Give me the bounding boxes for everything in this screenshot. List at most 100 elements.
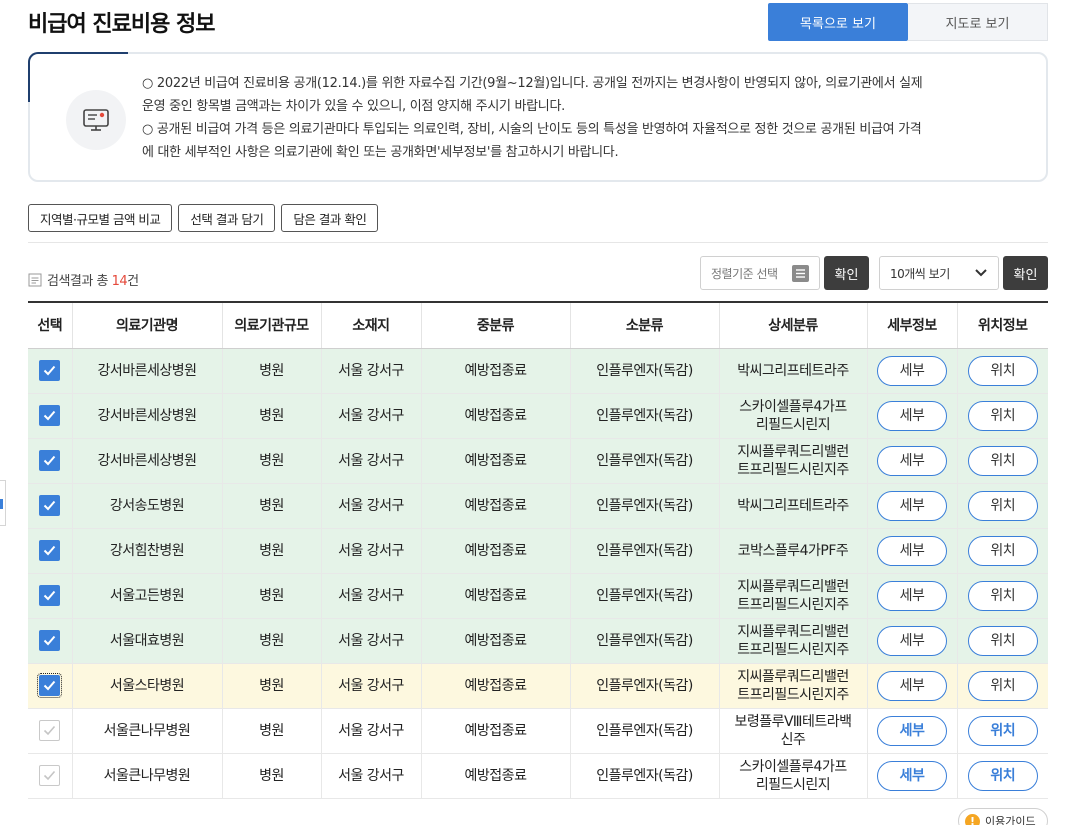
mid-category: 예방접종료 <box>421 348 571 394</box>
institution-scale: 병원 <box>222 618 322 664</box>
detail-button[interactable]: 세부 <box>877 760 947 791</box>
detail-button[interactable]: 세부 <box>877 400 947 431</box>
usage-guide-button[interactable]: ! 이용가이드 <box>958 808 1048 825</box>
detail-button[interactable]: 세부 <box>877 445 947 476</box>
tool-buttons: 지역별·규모별 금액 비교 선택 결과 담기 담은 결과 확인 <box>28 204 379 232</box>
institution-name: 강서바른세상병원 <box>72 438 223 484</box>
results-table: 선택 의료기관명 의료기관규모 소재지 중분류 소분류 상세분류 세부정보 위치… <box>28 301 1048 799</box>
row-checkbox[interactable] <box>39 405 61 426</box>
mid-category: 예방접종료 <box>421 663 571 709</box>
detail-category: 지씨플루쿼드리밸런 트프리필드시린지주 <box>719 663 868 709</box>
detail-button[interactable]: 세부 <box>877 715 947 746</box>
mid-category: 예방접종료 <box>421 393 571 439</box>
sort-confirm-button[interactable]: 확인 <box>824 256 869 290</box>
sub-category: 인플루엔자(독감) <box>570 618 720 664</box>
list-view-button[interactable]: 목록으로 보기 <box>768 3 908 41</box>
detail-button[interactable]: 세부 <box>877 490 947 521</box>
location-button[interactable]: 위치 <box>967 355 1038 386</box>
map-view-button[interactable]: 지도로 보기 <box>908 3 1048 41</box>
select-cell <box>28 348 73 394</box>
row-checkbox[interactable] <box>39 765 61 786</box>
col-location-info: 위치정보 <box>957 301 1048 349</box>
location-button[interactable]: 위치 <box>967 715 1038 746</box>
location-button[interactable]: 위치 <box>967 490 1038 521</box>
detail-cell: 세부 <box>867 528 958 574</box>
checkmark-icon <box>44 545 56 556</box>
view-saved-button[interactable]: 담은 결과 확인 <box>281 204 379 232</box>
save-selection-button[interactable]: 선택 결과 담기 <box>178 204 276 232</box>
location-button[interactable]: 위치 <box>967 760 1038 791</box>
row-checkbox[interactable] <box>39 540 61 561</box>
detail-category: 코박스플루4가PF주 <box>719 528 868 574</box>
detail-button[interactable]: 세부 <box>877 670 947 701</box>
location-cell: 위치 <box>957 483 1048 529</box>
row-checkbox[interactable] <box>37 673 63 698</box>
col-location: 소재지 <box>321 301 422 349</box>
checkmark-icon <box>44 410 56 421</box>
location-cell: 위치 <box>957 753 1048 799</box>
detail-button[interactable]: 세부 <box>877 535 947 566</box>
monitor-icon <box>83 109 109 131</box>
result-suffix: 건 <box>127 274 139 289</box>
detail-cell: 세부 <box>867 573 958 619</box>
location-cell: 위치 <box>957 618 1048 664</box>
institution-location: 서울 강서구 <box>321 573 422 619</box>
mid-category: 예방접종료 <box>421 483 571 529</box>
row-checkbox[interactable] <box>39 630 61 651</box>
checkmark-icon <box>44 500 56 511</box>
side-tab[interactable] <box>0 480 6 526</box>
institution-location: 서울 강서구 <box>321 708 422 754</box>
location-button[interactable]: 위치 <box>967 625 1038 656</box>
location-button[interactable]: 위치 <box>967 535 1038 566</box>
checkmark-icon <box>44 680 56 691</box>
location-button[interactable]: 위치 <box>967 445 1038 476</box>
detail-category: 지씨플루쿼드리밸런 트프리필드시린지주 <box>719 573 868 619</box>
select-cell <box>28 393 73 439</box>
institution-name: 강서송도병원 <box>72 483 223 529</box>
location-button[interactable]: 위치 <box>967 400 1038 431</box>
col-mid-category: 중분류 <box>421 301 571 349</box>
page-size-select[interactable]: 10개씩 보기 <box>879 256 999 290</box>
institution-name: 강서힘찬병원 <box>72 528 223 574</box>
detail-cell: 세부 <box>867 438 958 484</box>
institution-scale: 병원 <box>222 393 322 439</box>
row-checkbox[interactable] <box>39 585 61 606</box>
location-button[interactable]: 위치 <box>967 580 1038 611</box>
page-title: 비급여 진료비용 정보 <box>28 12 215 37</box>
detail-cell: 세부 <box>867 393 958 439</box>
notice-box: ○ 2022년 비급여 진료비용 공개(12.14.)를 위한 자료수집 기간(… <box>28 52 1048 182</box>
sort-select[interactable]: 정렬기준 선택 <box>700 256 820 290</box>
chevron-down-icon <box>975 269 987 277</box>
row-checkbox[interactable] <box>39 495 61 516</box>
institution-name: 서울큰나무병원 <box>72 708 223 754</box>
row-checkbox[interactable] <box>39 450 61 471</box>
row-checkbox[interactable] <box>39 720 61 741</box>
detail-button[interactable]: 세부 <box>877 625 947 656</box>
table-row: 서울큰나무병원 병원 서울 강서구 예방접종료 인플루엔자(독감) 보령플루Ⅷ테트라백 신… <box>28 708 1048 754</box>
table-row: 강서바른세상병원 병원 서울 강서구 예방접종료 인플루엔자(독감) 지씨플루쿼드리밸런 … <box>28 438 1048 484</box>
sub-category: 인플루엔자(독감) <box>570 708 720 754</box>
detail-button[interactable]: 세부 <box>877 355 947 386</box>
location-cell: 위치 <box>957 438 1048 484</box>
select-cell <box>28 573 73 619</box>
compare-button[interactable]: 지역별·규모별 금액 비교 <box>28 204 173 232</box>
sub-category: 인플루엔자(독감) <box>570 393 720 439</box>
location-button[interactable]: 위치 <box>967 670 1038 701</box>
sub-category: 인플루엔자(독감) <box>570 753 720 799</box>
institution-location: 서울 강서구 <box>321 528 422 574</box>
location-cell: 위치 <box>957 708 1048 754</box>
checkmark-icon <box>44 725 56 736</box>
institution-location: 서울 강서구 <box>321 753 422 799</box>
mid-category: 예방접종료 <box>421 618 571 664</box>
detail-button[interactable]: 세부 <box>877 580 947 611</box>
detail-category: 박씨그리프테트라주 <box>719 348 868 394</box>
checkmark-icon <box>44 455 56 466</box>
mid-category: 예방접종료 <box>421 528 571 574</box>
mid-category: 예방접종료 <box>421 708 571 754</box>
page-size-confirm-button[interactable]: 확인 <box>1003 256 1048 290</box>
mid-category: 예방접종료 <box>421 753 571 799</box>
select-cell <box>28 663 73 709</box>
row-checkbox[interactable] <box>39 360 61 381</box>
notice-line: 운영 중인 항목별 금액과는 차이가 있을 수 있으니, 이점 양지해 주시기 … <box>142 99 565 114</box>
page-size-value: 10개씩 보기 <box>890 266 950 281</box>
